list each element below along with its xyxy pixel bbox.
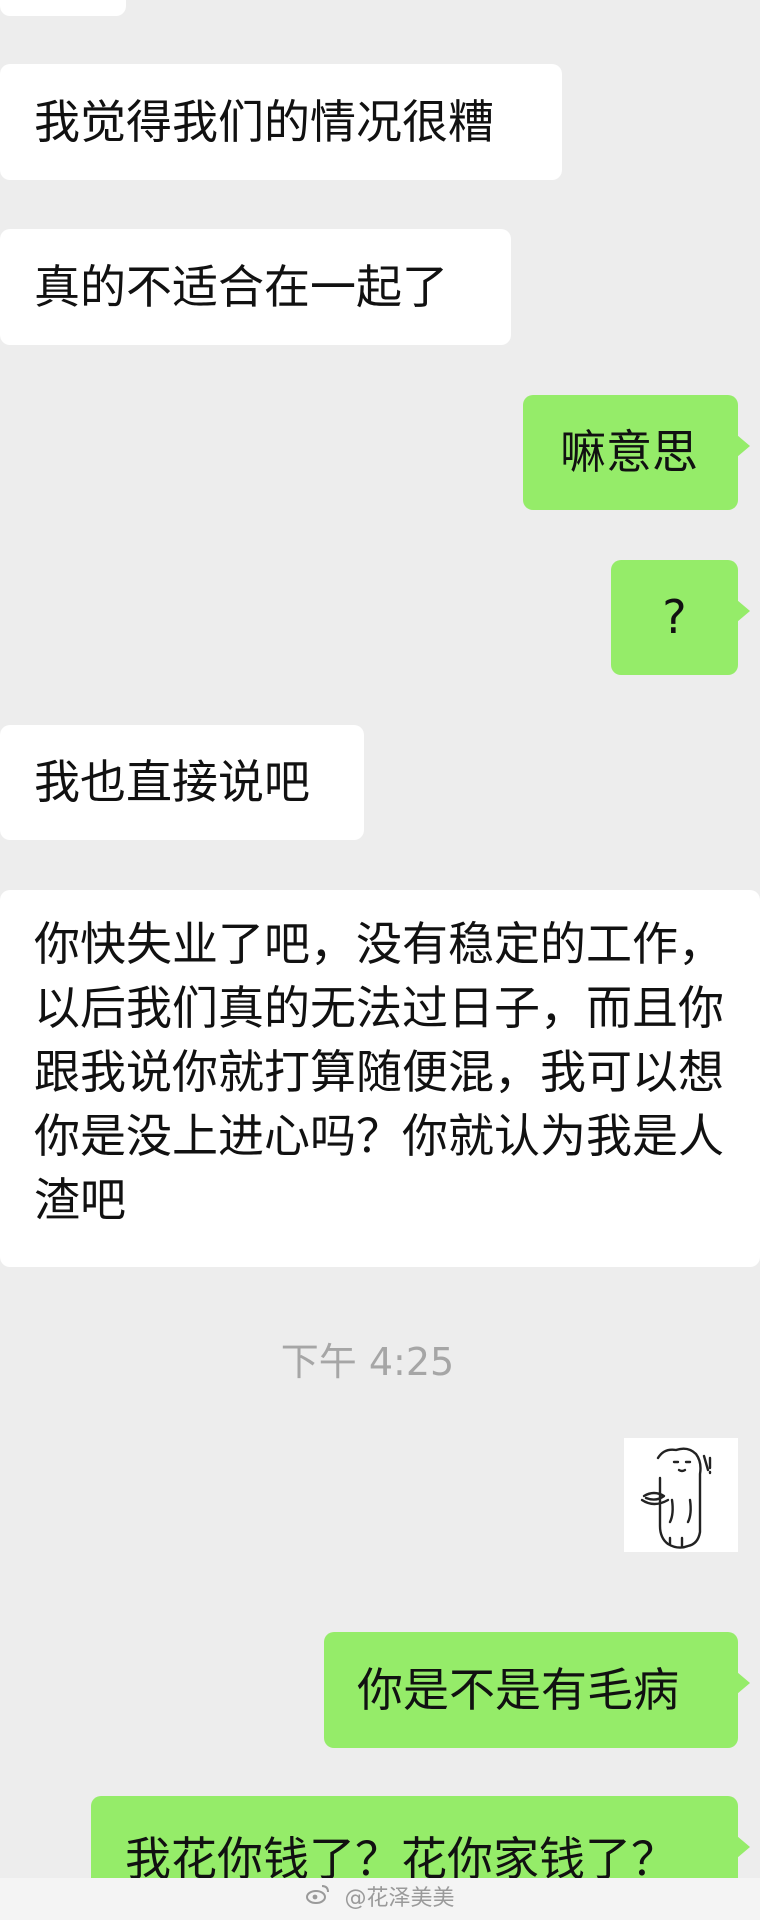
cat-sticker-drawing (640, 1447, 712, 1549)
message-text: 嘛意思 (560, 425, 698, 479)
message-bubble-outgoing[interactable]: ? (611, 560, 750, 675)
message-bubble-incoming[interactable]: 我也直接说吧 (0, 725, 364, 840)
message-bubble-partial[interactable] (0, 0, 126, 16)
message-text: 我也直接说吧 (34, 755, 310, 809)
message-text: 我花你钱了？花你家钱了？ (125, 1832, 677, 1886)
message-bubble-outgoing[interactable]: 嘛意思 (523, 395, 750, 510)
message-text: 我觉得我们的情况很糟 (34, 95, 494, 149)
message-bubble-incoming[interactable]: 真的不适合在一起了 (0, 229, 511, 345)
message-bubble-outgoing[interactable]: 你是不是有毛病 (324, 1632, 750, 1748)
message-bubble-incoming[interactable]: 你快失业了吧，没有稳定的工作，以后我们真的无法过日子，而且你跟我说你就打算随便混… (0, 890, 760, 1267)
chat-conversation: 我觉得我们的情况很糟 真的不适合在一起了 嘛意思 ? 我也直接说吧 你快失业了吧… (0, 0, 760, 1920)
message-text: 真的不适合在一起了 (34, 260, 448, 314)
message-bubble-incoming[interactable]: 我觉得我们的情况很糟 (0, 64, 562, 180)
message-text: ? (662, 590, 687, 644)
weibo-icon (305, 1878, 331, 1920)
timestamp: 下午 4:25 (280, 1340, 455, 1384)
watermark-text: @花泽美美 (344, 1886, 455, 1911)
cat-sticker-icon[interactable] (624, 1438, 738, 1552)
message-text: 你快失业了吧，没有稳定的工作，以后我们真的无法过日子，而且你跟我说你就打算随便混… (34, 917, 724, 1227)
watermark: @花泽美美 (0, 1878, 760, 1920)
message-text: 你是不是有毛病 (357, 1663, 679, 1717)
